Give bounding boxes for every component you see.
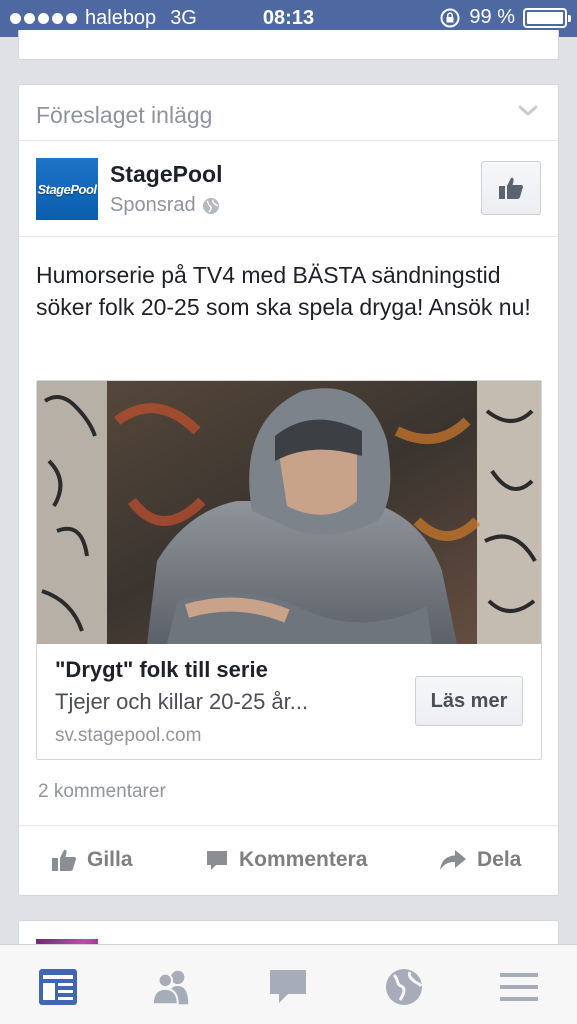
link-description: Tjejer och killar 20-25 år...: [55, 689, 309, 714]
ad-photo[interactable]: [37, 381, 542, 644]
link-domain: sv.stagepool.com: [55, 725, 202, 746]
post-actions: Gilla Kommentera Dela: [19, 825, 558, 895]
post-text: Humorserie på TV4 med BÄSTA sändningstid…: [36, 262, 531, 320]
menu-icon: [500, 973, 538, 1001]
comment-icon: [207, 851, 227, 870]
tab-notifications[interactable]: [382, 965, 426, 1009]
globe-icon: [202, 197, 219, 214]
battery-percent: 99 %: [469, 6, 515, 28]
messages-icon: [270, 970, 306, 1003]
rotation-lock-icon: [440, 8, 460, 27]
share-button[interactable]: Dela: [439, 848, 521, 872]
page-name-link[interactable]: StagePool: [110, 161, 222, 188]
bottom-tab-bar: [0, 944, 577, 1024]
read-more-button[interactable]: Läs mer: [415, 676, 523, 726]
friends-icon: [151, 970, 189, 1006]
page-logo[interactable]: StagePool: [36, 158, 98, 220]
like-page-button[interactable]: [481, 161, 541, 215]
suggested-post-header: Föreslaget inlägg: [19, 85, 558, 141]
share-arrow-icon: [440, 850, 466, 870]
news-feed-icon: [39, 969, 77, 1005]
tab-news-feed[interactable]: [36, 965, 80, 1009]
like-button[interactable]: Gilla: [51, 848, 133, 872]
tab-friend-requests[interactable]: [150, 965, 194, 1009]
sponsored-post-card: Föreslaget inlägg StagePool StagePool Sp…: [18, 84, 559, 896]
comment-label: Kommentera: [239, 848, 368, 871]
chevron-down-icon[interactable]: [518, 104, 538, 118]
previous-post-card: [18, 30, 559, 60]
globe-icon: [386, 969, 423, 1005]
battery-icon: [523, 7, 571, 28]
comment-button[interactable]: Kommentera: [205, 848, 367, 872]
suggested-post-label: Föreslaget inlägg: [36, 102, 213, 128]
comments-count[interactable]: 2 kommentarer: [38, 781, 166, 803]
share-label: Dela: [477, 848, 522, 871]
sponsored-row: Sponsrad: [110, 194, 220, 217]
like-label: Gilla: [87, 848, 133, 871]
post-author: StagePool StagePool Sponsrad: [19, 141, 558, 237]
tab-messages[interactable]: [266, 965, 310, 1009]
thumbs-up-icon: [499, 177, 523, 199]
link-attachment[interactable]: "Drygt" folk till serie Tjejer och killa…: [36, 380, 542, 760]
tab-more[interactable]: [497, 965, 541, 1009]
link-title[interactable]: "Drygt" folk till serie: [55, 657, 268, 683]
sponsored-label: Sponsrad: [110, 194, 196, 216]
thumbs-up-icon: [52, 849, 76, 871]
